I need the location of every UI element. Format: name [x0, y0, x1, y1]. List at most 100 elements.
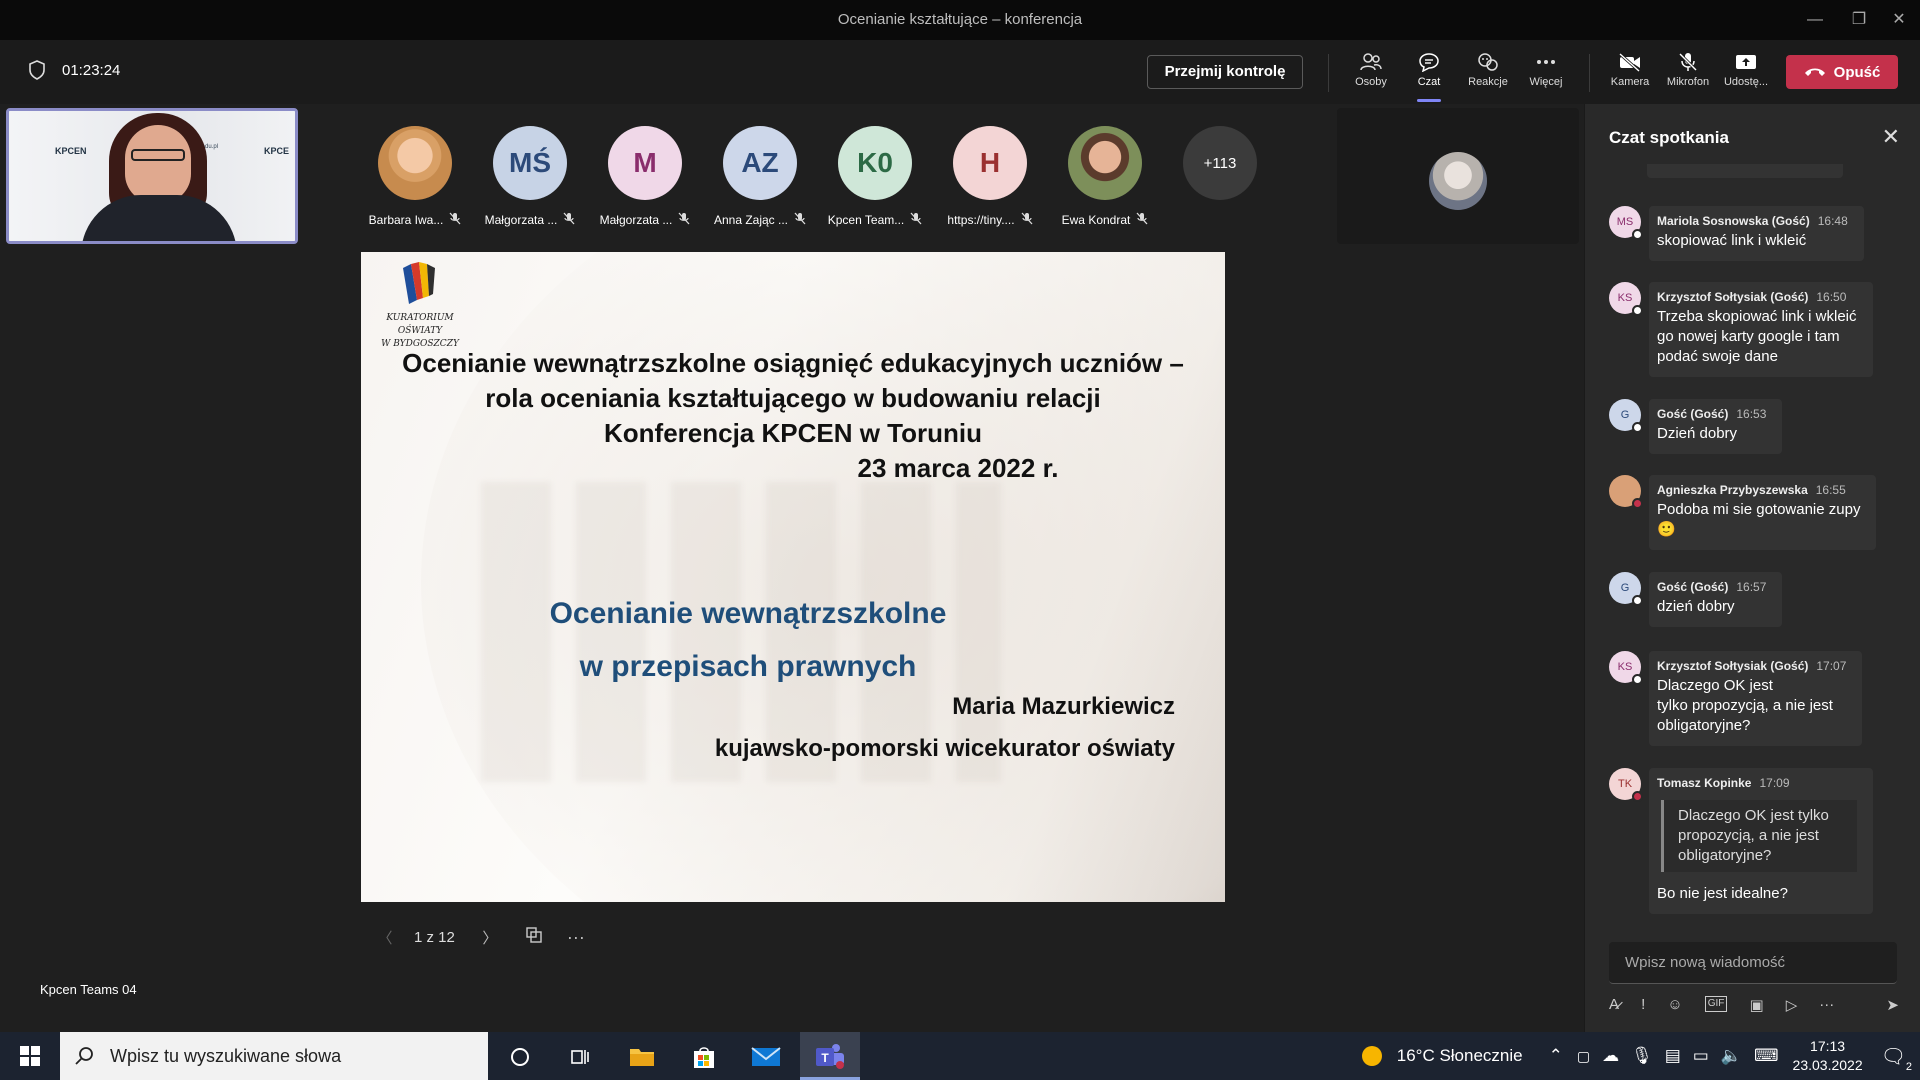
mic-muted-icon	[449, 212, 461, 228]
people-button[interactable]: Osoby	[1341, 52, 1401, 98]
chat-author: Gość (Gość)	[1657, 407, 1729, 421]
priority-icon[interactable]: !	[1641, 996, 1645, 1020]
microphone-tray-icon[interactable]: 🎙	[1631, 1046, 1653, 1066]
gif-icon[interactable]: GIF	[1704, 996, 1728, 1012]
chat-header: Krzysztof Sołtysiak (Gość) 17:07	[1657, 659, 1846, 673]
participant-tile[interactable]	[1337, 108, 1579, 244]
notification-icon[interactable]: 🗨 2	[1881, 1044, 1912, 1073]
presenter-video[interactable]: KPCEN www.kpcen-torun.edu.pl KPCE	[6, 108, 298, 244]
slide-more-icon[interactable]: ···	[561, 927, 591, 948]
kuratorium-logo: KURATORIUM OŚWIATY W BYDGOSZCZY	[365, 258, 475, 349]
participant-tile[interactable]: MŚ Małgorzata ...	[475, 126, 585, 228]
chat-avatar: MS	[1609, 206, 1643, 240]
elapsed-time: 01:23:24	[62, 61, 121, 79]
svg-text:T: T	[821, 1051, 829, 1065]
emoji-icon[interactable]: ☺	[1667, 996, 1682, 1020]
keyboard-icon[interactable]: ⌨	[1754, 1046, 1779, 1066]
participant-name-row: Małgorzata ...	[475, 212, 585, 228]
chat-author: Tomasz Kopinke	[1657, 776, 1752, 790]
teams-taskbar-button[interactable]: T	[800, 1032, 860, 1080]
search-placeholder: Wpisz tu wyszukiwane słowa	[110, 1045, 342, 1066]
restore-button[interactable]: ❐	[1844, 8, 1874, 32]
participant-tile[interactable]: Hhttps://tiny....	[935, 126, 1045, 228]
chat-time: 16:48	[1817, 214, 1848, 228]
windows-start-icon[interactable]	[20, 1046, 40, 1066]
send-icon[interactable]: ➤	[1886, 996, 1899, 1020]
chat-time: 16:57	[1736, 580, 1767, 594]
participant-name: https://tiny....	[947, 213, 1015, 227]
cortana-icon[interactable]	[496, 1042, 544, 1072]
participant-initials: K0	[838, 126, 912, 200]
network-icon[interactable]: ▤	[1665, 1046, 1681, 1066]
onedrive-icon[interactable]: ☁	[1602, 1046, 1619, 1066]
participant-tile[interactable]: Ewa Kondrat	[1050, 126, 1160, 228]
volume-icon[interactable]: 🔈	[1721, 1046, 1742, 1066]
clock-date: 23.03.2022	[1792, 1057, 1863, 1073]
compose-box[interactable]: Wpisz nową wiadomość	[1609, 942, 1897, 984]
taskbar-search[interactable]: Wpisz tu wyszukiwane słowa	[60, 1032, 488, 1080]
participant-tile[interactable]: M Małgorzata ...	[590, 126, 700, 228]
leave-button[interactable]: Opuść	[1786, 55, 1898, 89]
camera-button[interactable]: Kamera	[1600, 52, 1660, 98]
hang-up-icon	[1804, 68, 1825, 76]
stream-icon[interactable]: ▷	[1786, 996, 1798, 1020]
mail-icon[interactable]	[742, 1042, 790, 1072]
store-icon[interactable]	[680, 1042, 728, 1072]
participant-tile[interactable]: K0 Kpcen Team...	[820, 126, 930, 228]
previous-slide-icon[interactable]: 〈	[370, 927, 400, 948]
window-title: Ocenianie kształtujące – konferencja	[837, 11, 1083, 28]
chat-message[interactable]: KS Krzysztof Sołtysiak (Gość) 17:07 Dlaczeg…	[1609, 651, 1863, 746]
share-button[interactable]: Udostę...	[1716, 52, 1776, 98]
chevron-up-icon[interactable]: ⌃	[1549, 1046, 1563, 1066]
chat-message[interactable]: KS Krzysztof Sołtysiak (Gość) 16:50 Trzeba …	[1609, 282, 1873, 377]
participant-tile[interactable]: AZ Anna Zając ...	[705, 126, 815, 228]
participant-name: Małgorzata ...	[599, 213, 673, 227]
more-participants-button[interactable]: +113	[1165, 126, 1275, 200]
chat-author: Mariola Sosnowska (Gość)	[1657, 214, 1810, 228]
people-label: Osoby	[1355, 76, 1387, 88]
chat-message[interactable]: Agnieszka Przybyszewska 16:55 Podoba mi si…	[1609, 475, 1877, 550]
chat-messages[interactable]: MS Mariola Sosnowska (Gość) 16:48 skopiować…	[1585, 164, 1920, 964]
next-slide-icon[interactable]: 〉	[475, 927, 505, 948]
participant-name: Anna Zając ...	[713, 213, 789, 227]
slide-grid-icon[interactable]	[519, 926, 549, 948]
chat-message[interactable]: G Gość (Gość) 16:57 dzień dobry	[1609, 572, 1783, 627]
close-window-button[interactable]: ✕	[1884, 8, 1914, 32]
weather-text[interactable]: 16°C Słonecznie	[1397, 1046, 1523, 1066]
battery-icon[interactable]: ▭	[1693, 1046, 1709, 1066]
sticker-icon[interactable]: ▣	[1749, 996, 1763, 1020]
meet-now-icon[interactable]: ▢	[1577, 1048, 1590, 1065]
take-control-button[interactable]: Przejmij kontrolę	[1147, 55, 1303, 89]
close-chat-icon[interactable]: ✕	[1882, 124, 1900, 150]
shared-slide: KURATORIUM OŚWIATY W BYDGOSZCZY Oceniani…	[361, 252, 1225, 902]
more-button[interactable]: Więcej	[1516, 52, 1576, 98]
chat-bubble: Krzysztof Sołtysiak (Gość) 17:07 Dlaczego …	[1649, 651, 1863, 746]
slide-author-role: kujawsko-pomorski wicekurator oświaty	[714, 735, 1175, 762]
task-view-icon[interactable]	[556, 1042, 604, 1072]
chat-avatar: KS	[1609, 651, 1643, 685]
clock-time: 17:13	[1810, 1038, 1846, 1054]
participant-name: Ewa Kondrat	[1061, 213, 1131, 227]
file-explorer-icon[interactable]	[618, 1042, 666, 1072]
chat-message[interactable]: TK Tomasz Kopinke 17:09 Dlaczego OK jest ty…	[1609, 768, 1873, 914]
chat-header: Krzysztof Sołtysiak (Gość) 16:50	[1657, 290, 1857, 304]
chat-message[interactable]: MS Mariola Sosnowska (Gość) 16:48 skopiować…	[1609, 206, 1864, 261]
reactions-button[interactable]: Reakcje	[1458, 52, 1518, 98]
quoted-line: Dlaczego OK jest tylko	[1678, 807, 1829, 824]
slide-subtitle-line-1: Ocenianie wewnątrzszkolne	[549, 597, 947, 630]
participant-photo	[1068, 126, 1142, 200]
microphone-button[interactable]: Mikrofon	[1658, 52, 1718, 98]
chat-text-line: podać swoje dane	[1657, 348, 1778, 365]
more-options-icon[interactable]: ···	[1819, 996, 1834, 1020]
chat-author: Gość (Gość)	[1657, 580, 1729, 594]
clock[interactable]: 17:13 23.03.2022	[1793, 1037, 1863, 1075]
chat-panel: Czat spotkania ✕ MS Mariola Sosnowska (Go…	[1584, 104, 1920, 1032]
chat-bubble: Krzysztof Sołtysiak (Gość) 16:50 Trzeba sk…	[1649, 282, 1873, 377]
chat-button[interactable]: Czat	[1399, 52, 1459, 102]
chat-author: Krzysztof Sołtysiak (Gość)	[1657, 659, 1809, 673]
participant-tile[interactable]: Barbara Iwa...	[360, 126, 470, 228]
chat-message[interactable]: G Gość (Gość) 16:53 Dzień dobry	[1609, 399, 1783, 454]
slide-title: Ocenianie wewnątrzszkolne osiągnięć eduk…	[361, 346, 1225, 486]
format-icon[interactable]: A̷	[1609, 996, 1619, 1020]
minimize-button[interactable]: —	[1800, 8, 1830, 32]
